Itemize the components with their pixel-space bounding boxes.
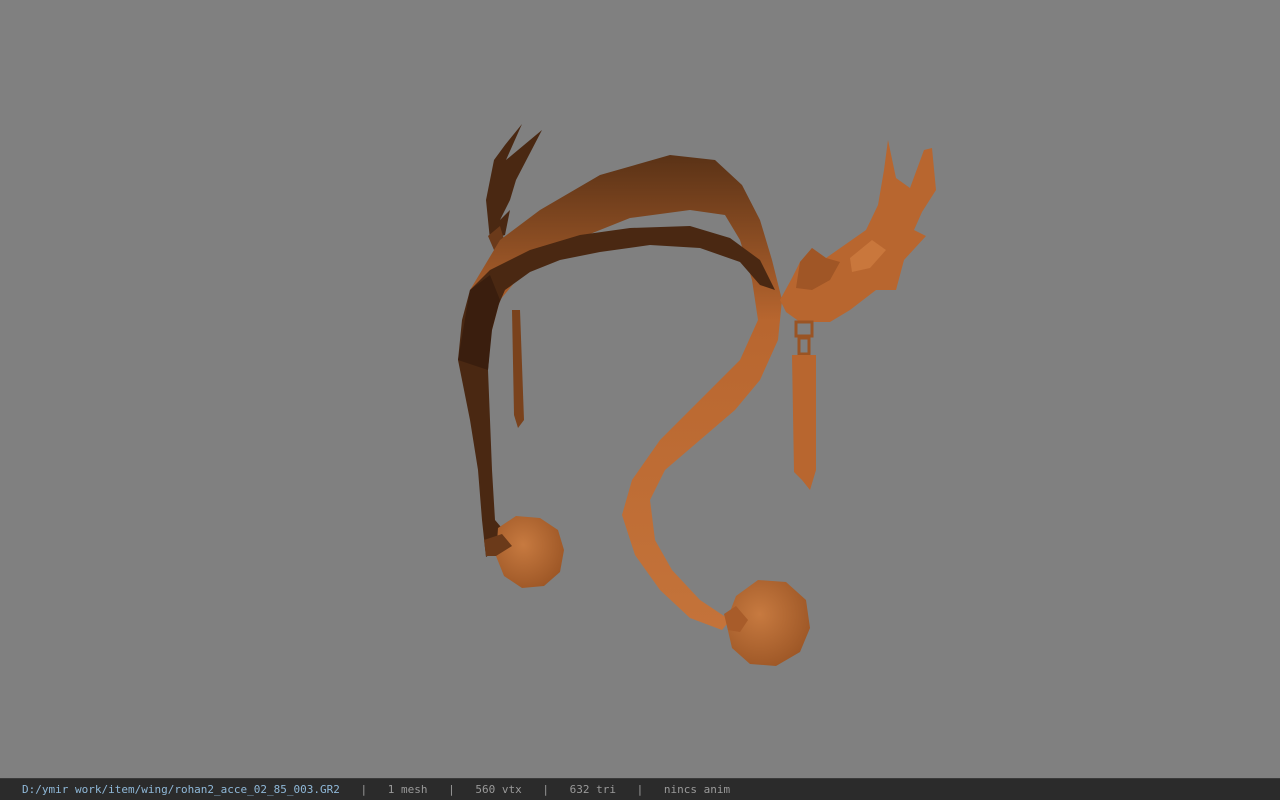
- status-bar: D:/ymir work/item/wing/rohan2_acce_02_85…: [0, 778, 1280, 800]
- mesh-count-label: 1 mesh: [387, 783, 428, 796]
- right-feather: [780, 140, 936, 322]
- file-path-label: D:/ymir work/item/wing/rohan2_acce_02_85…: [22, 783, 340, 796]
- right-pendant: [792, 320, 816, 490]
- separator: |: [542, 783, 549, 796]
- right-ball: [724, 580, 810, 666]
- separator: |: [360, 783, 368, 796]
- anim-status-label: nincs anim: [663, 783, 731, 796]
- model-render: [458, 124, 936, 666]
- vertex-count-label: 560 vtx: [475, 783, 522, 796]
- separator: |: [636, 783, 644, 796]
- 3d-viewport[interactable]: [0, 0, 1280, 778]
- separator: |: [448, 783, 455, 796]
- triangle-count-label: 632 tri: [569, 783, 616, 796]
- left-tassel: [512, 310, 524, 428]
